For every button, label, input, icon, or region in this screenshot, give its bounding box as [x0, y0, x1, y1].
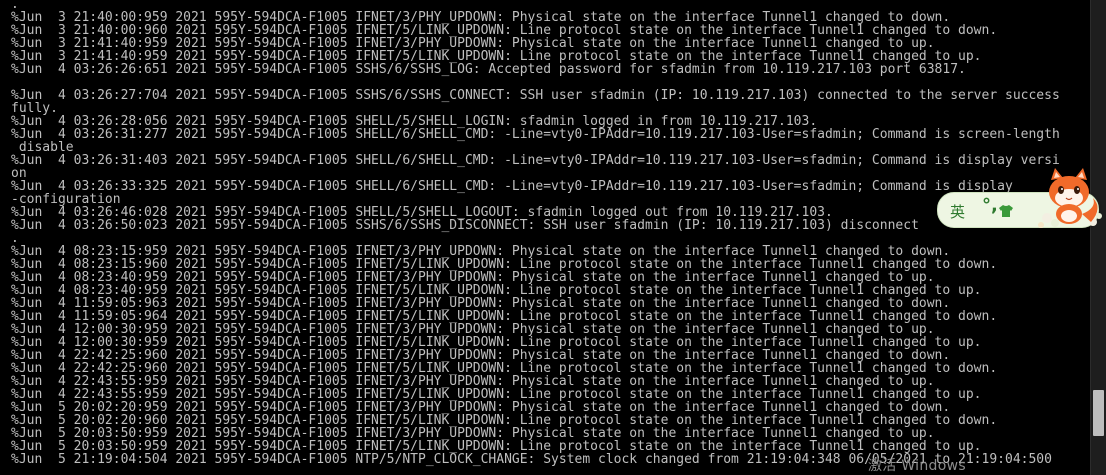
vertical-scrollbar[interactable]: [1090, 0, 1106, 475]
scrollbar-thumb[interactable]: [1093, 390, 1104, 436]
log-line: %Jun 4 03:26:33:325 2021 595Y-594DCA-F10…: [11, 179, 1013, 194]
shirt-icon[interactable]: [998, 203, 1014, 222]
log-line: %Jun 4 03:26:50:023 2021 595Y-594DCA-F10…: [11, 218, 919, 233]
log-line: %Jun 4 03:26:26:651 2021 595Y-594DCA-F10…: [11, 62, 966, 77]
log-line: %Jun 4 03:26:27:704 2021 595Y-594DCA-F10…: [11, 88, 1060, 103]
ime-punctuation-toggle[interactable]: °,: [982, 195, 998, 216]
windows-activation-watermark: 激活 Windows: [868, 458, 966, 474]
log-line: %Jun 4 03:26:31:277 2021 595Y-594DCA-F10…: [11, 127, 1060, 142]
terminal-output[interactable]: . %Jun 3 21:40:00:959 2021 595Y-594DCA-F1…: [0, 0, 1090, 475]
ime-status-bar[interactable]: 英 °,: [937, 168, 1106, 230]
fox-mascot-icon[interactable]: [1033, 168, 1105, 234]
ime-language-toggle[interactable]: 英: [950, 201, 965, 222]
log-line: %Jun 4 03:26:31:403 2021 595Y-594DCA-F10…: [11, 153, 1060, 168]
